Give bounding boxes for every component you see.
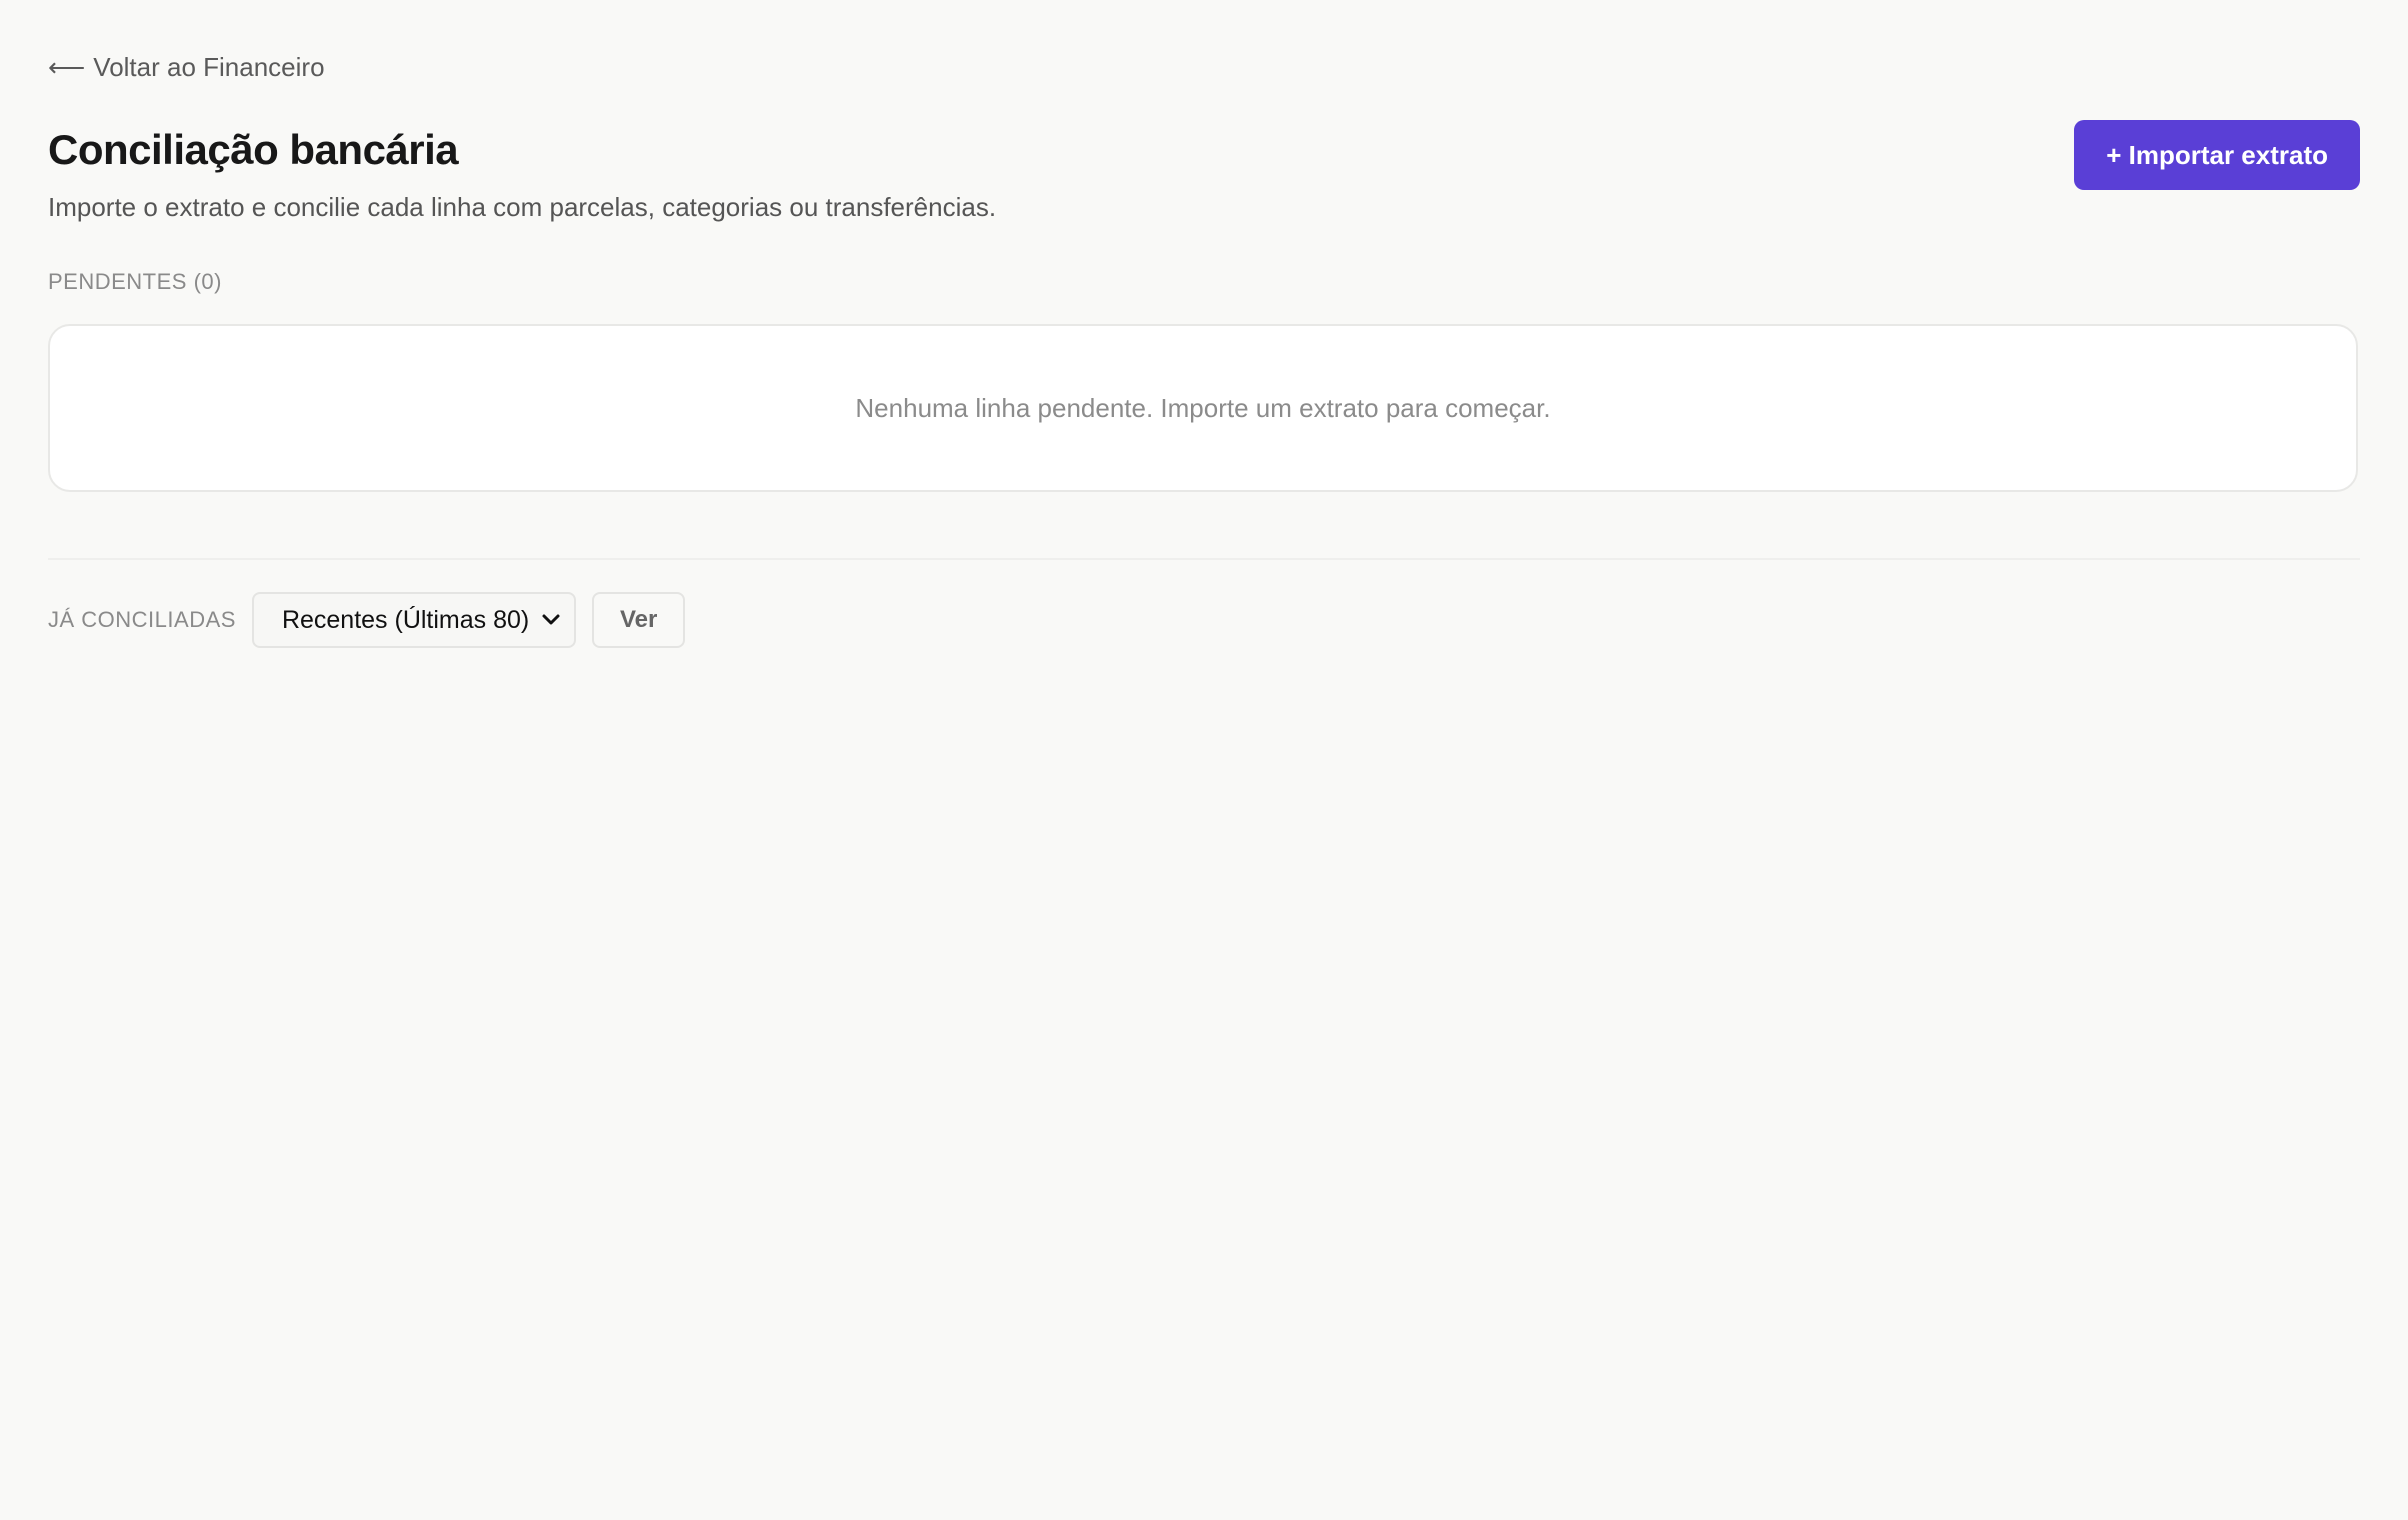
- pending-section-label: PENDENTES (0): [48, 269, 222, 294]
- section-divider: [48, 558, 2360, 560]
- back-link-label: Voltar ao Financeiro: [93, 52, 325, 82]
- pending-empty-card: Nenhuma linha pendente. Importe um extra…: [48, 324, 2358, 492]
- reconciled-section-label: JÁ CONCILIADAS: [48, 607, 236, 632]
- chevron-down-icon: [540, 609, 562, 631]
- reconciled-filter-row: JÁ CONCILIADAS Recentes (Últimas 80) Ver: [48, 592, 686, 648]
- import-statement-button[interactable]: + Importar extrato: [2074, 120, 2360, 190]
- back-to-financeiro-link[interactable]: ⟵ Voltar ao Financeiro: [48, 48, 325, 86]
- page-title: Conciliação bancária: [48, 126, 459, 173]
- pending-empty-message: Nenhuma linha pendente. Importe um extra…: [855, 392, 1551, 423]
- view-button[interactable]: Ver: [591, 592, 686, 648]
- filter-select-value: Recentes (Últimas 80): [281, 605, 530, 634]
- page-subtitle: Importe o extrato e concilie cada linha …: [48, 192, 997, 222]
- arrow-left-icon: ⟵: [48, 52, 86, 82]
- reconciled-filter-select[interactable]: Recentes (Últimas 80): [251, 592, 576, 648]
